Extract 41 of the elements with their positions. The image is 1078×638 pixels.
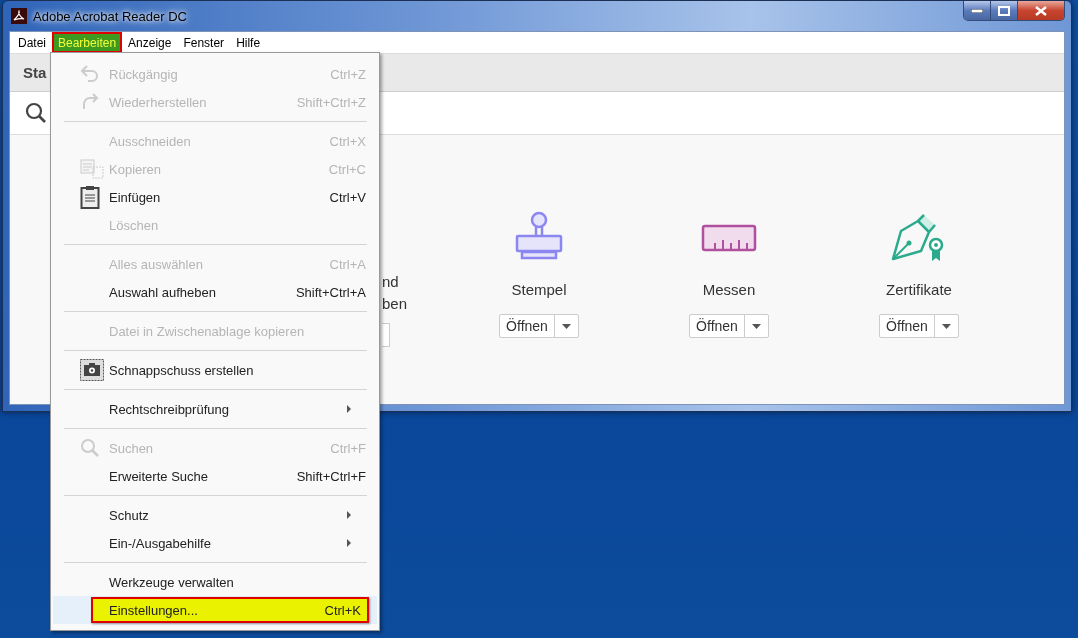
menu-item[interactable]: Rechtschreibprüfung xyxy=(109,396,366,422)
menu-bar-item[interactable]: Fenster xyxy=(177,32,231,53)
camera-icon xyxy=(80,359,104,381)
caret-icon xyxy=(751,323,761,329)
tool-label: nd xyxy=(382,272,399,292)
menu-bar-item[interactable]: Hilfe xyxy=(230,32,267,53)
maximize-button[interactable] xyxy=(991,1,1018,20)
caret-icon xyxy=(941,323,951,329)
menu-item[interactable]: Auswahl aufheben Shift+Ctrl+A xyxy=(109,279,366,305)
menu-item[interactable]: Einstellungen... Ctrl+K xyxy=(91,597,369,623)
ruler-icon xyxy=(701,224,757,252)
tool-label: Zertifikate xyxy=(886,281,952,298)
submenu-arrow-icon xyxy=(347,511,351,519)
maximize-icon xyxy=(998,5,1010,16)
minimize-button[interactable] xyxy=(964,1,991,20)
tool-label: Stempel xyxy=(511,281,567,298)
menu-item[interactable]: Schnappschuss erstellen xyxy=(109,357,366,383)
undo-icon xyxy=(80,65,100,83)
menu-bar-item[interactable]: Datei xyxy=(12,32,52,53)
menu-item[interactable]: Erweiterte Suche Shift+Ctrl+F xyxy=(109,463,366,489)
redo-icon xyxy=(80,93,100,111)
clipboard-icon xyxy=(80,185,100,209)
pdf-logo-icon xyxy=(11,8,27,24)
close-button[interactable] xyxy=(1018,1,1064,20)
copy-icon xyxy=(80,159,104,179)
tool-label: ben xyxy=(382,294,408,314)
menu-item[interactable]: Schutz xyxy=(109,502,366,528)
tool-label: Messen xyxy=(702,281,756,298)
menu-item[interactable]: Ein-/Ausgabehilfe xyxy=(109,530,366,556)
menu-bar-item[interactable]: Anzeige xyxy=(122,32,178,53)
menu-item[interactable]: Einfügen Ctrl+V xyxy=(109,184,366,210)
window-title: Adobe Acrobat Reader DC xyxy=(33,8,187,24)
toolbar-tab[interactable]: Sta xyxy=(23,64,47,81)
close-icon xyxy=(1035,5,1047,16)
caret-icon xyxy=(561,323,571,329)
submenu-arrow-icon xyxy=(347,405,351,413)
search-icon xyxy=(80,438,100,458)
menu-item[interactable]: Werkzeuge verwalten xyxy=(109,569,366,595)
search-icon[interactable] xyxy=(25,102,47,124)
minimize-icon xyxy=(971,8,983,13)
submenu-arrow-icon xyxy=(347,539,351,547)
